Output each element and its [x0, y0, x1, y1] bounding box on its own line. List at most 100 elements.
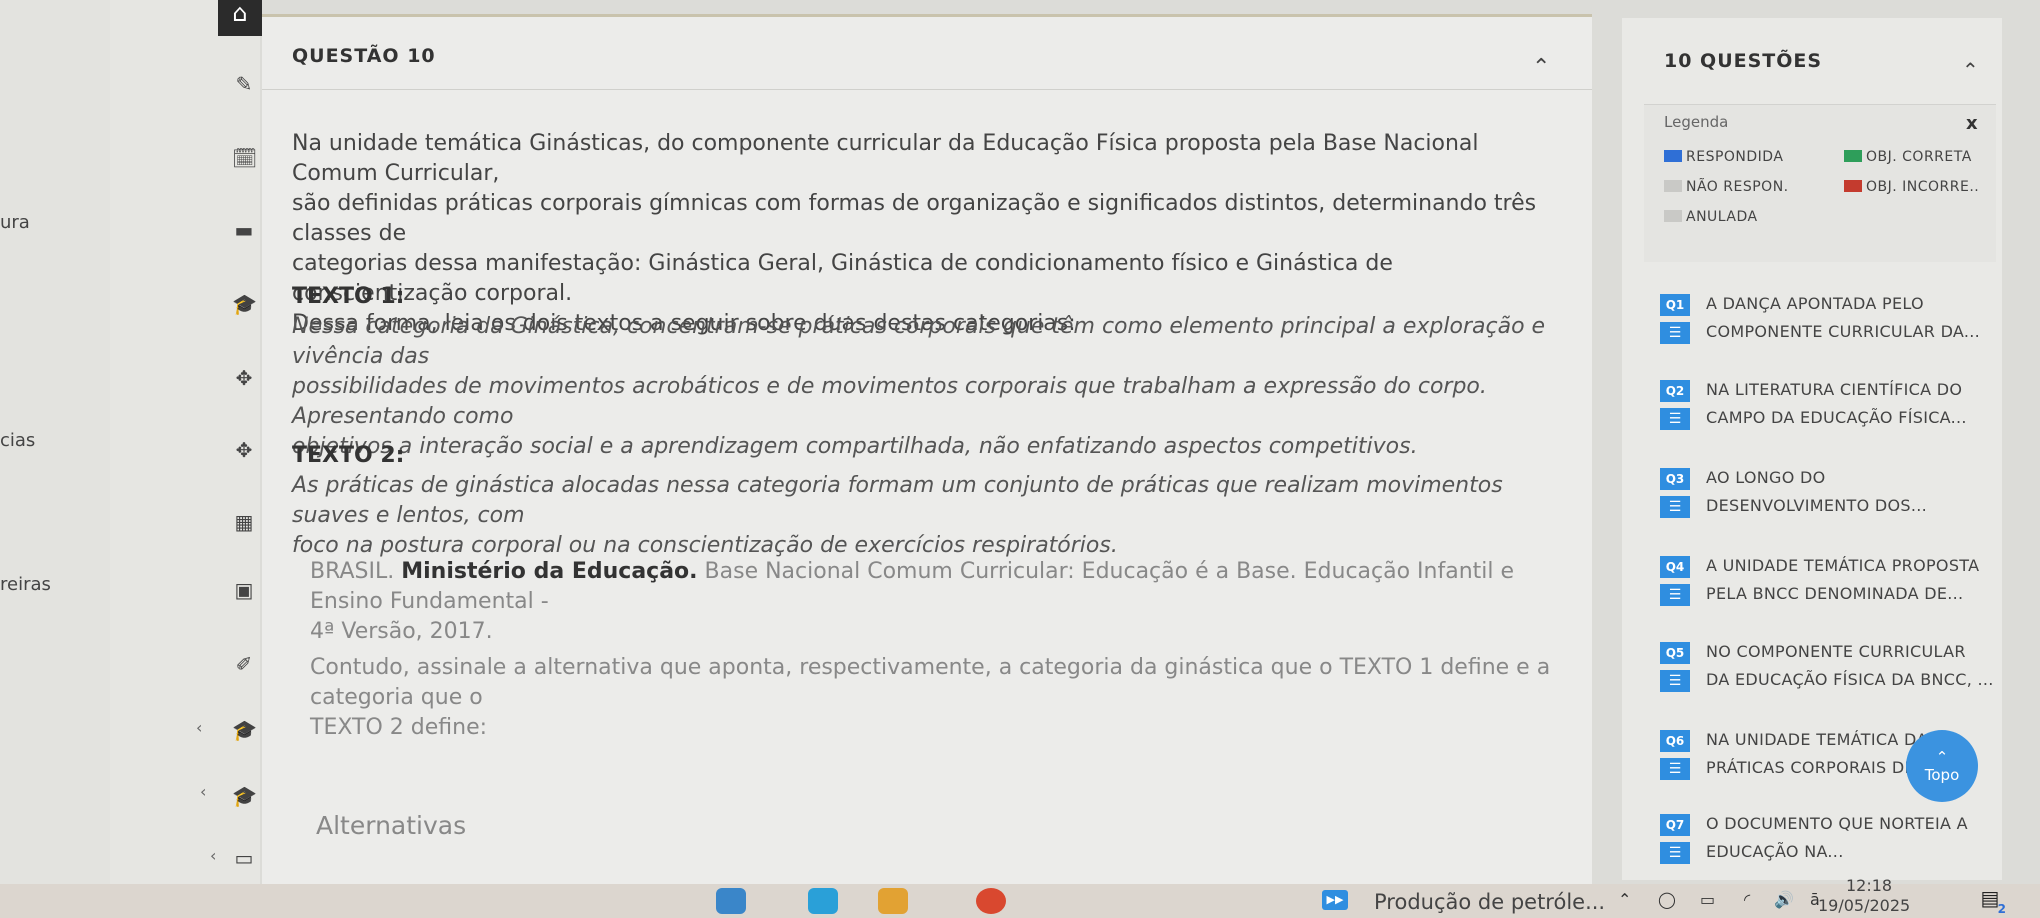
swatch [1664, 210, 1682, 222]
close-icon[interactable]: x [1966, 113, 1978, 134]
list-icon: ☰ [1660, 322, 1690, 344]
legend-label: OBJ. INCORRE.. [1866, 179, 1980, 195]
back-to-top-button[interactable]: ⌃ Topo [1906, 730, 1978, 802]
briefcase-icon[interactable]: ▣ [232, 578, 256, 602]
back-to-top-label: Topo [1924, 766, 1960, 784]
app-icon[interactable] [878, 888, 908, 914]
prompt-line: Contudo, assinale a alternativa que apon… [310, 655, 1551, 710]
text1-label: TEXTO 1: [292, 284, 405, 309]
question-badge: Q1 [1660, 294, 1690, 316]
legend-item-nao-respon: NÃO RESPON. [1664, 179, 1789, 195]
chat-icon[interactable]: ▬ [232, 218, 256, 242]
home-icon[interactable]: ⌂ [218, 0, 262, 36]
legend-item-anulada: ANULADA [1664, 209, 1758, 225]
question-summary-line: COMPONENTE CURRICULAR DA... [1706, 322, 1981, 341]
list-icon: ☰ [1660, 842, 1690, 864]
swatch [1844, 180, 1862, 192]
list-icon: ☰ [1660, 496, 1690, 518]
nav-label-1[interactable]: ura [0, 212, 30, 233]
swatch [1664, 150, 1682, 162]
chevron-left-icon[interactable]: ‹ [196, 718, 202, 737]
text2-block: TEXTO 2: As práticas de ginástica alocad… [292, 441, 1552, 561]
text2-label: TEXTO 2: [292, 443, 405, 468]
nav-label-3[interactable]: reiras [0, 574, 51, 595]
panel-title: 10 QUESTÕES [1664, 50, 1823, 72]
chevron-up-icon[interactable]: ⌃ [1962, 58, 1979, 82]
question-nav-item-5[interactable]: Q5 ☰ NO COMPONENTE CURRICULAR DA EDUCAÇÃ… [1644, 642, 2002, 712]
question-summary-line: O DOCUMENTO QUE NORTEIA A [1706, 814, 1968, 833]
taskbar: ▶▶ Produção de petróle... ⌃ ◯ ▭ ◜ 🔊 ā 12… [0, 876, 2040, 918]
legend-label: OBJ. CORRETA [1866, 149, 1972, 165]
monitor-icon[interactable]: ▭ [232, 846, 256, 870]
brush-icon[interactable]: ✐ [232, 652, 256, 676]
media-app-icon[interactable]: ▶▶ [1322, 890, 1348, 910]
reference-institution: Ministério da Educação. [401, 559, 698, 584]
question-card: QUESTÃO 10 ⌃ Na unidade temática Ginásti… [262, 14, 1592, 884]
calendar-icon[interactable]: ▦ [232, 510, 256, 534]
question-badge: Q2 [1660, 380, 1690, 402]
question-nav-item-3[interactable]: Q3 ☰ AO LONGO DO DESENVOLVIMENTO DOS... [1644, 468, 2002, 538]
chevron-up-icon[interactable]: ⌃ [1618, 890, 1631, 909]
legend-label: NÃO RESPON. [1686, 179, 1789, 195]
question-nav-item-7[interactable]: Q7 ☰ O DOCUMENTO QUE NORTEIA A EDUCAÇÃO … [1644, 814, 2002, 884]
calendar-check-icon[interactable]: 🗓 [232, 146, 257, 170]
question-nav-item-2[interactable]: Q2 ☰ NA LITERATURA CIENTÍFICA DO CAMPO D… [1644, 380, 2002, 450]
legend-item-obj-incorreta: OBJ. INCORRE.. [1844, 179, 1979, 195]
wifi-icon[interactable]: ◜ [1744, 890, 1750, 909]
text1-block: TEXTO 1: Nessa categoria da Ginástica, c… [292, 282, 1552, 462]
text1-line: possibilidades de movimentos acrobáticos… [292, 374, 1487, 429]
app-icon[interactable] [716, 888, 746, 914]
clock-date[interactable]: 19/05/2025 [1818, 896, 1910, 915]
list-icon: ☰ [1660, 408, 1690, 430]
browser-icon[interactable] [976, 888, 1006, 914]
question-nav-item-1[interactable]: Q1 ☰ A DANÇA APONTADA PELO COMPONENTE CU… [1644, 294, 2002, 364]
chevron-left-icon[interactable]: ‹ [200, 782, 206, 801]
question-nav-item-4[interactable]: Q4 ☰ A UNIDADE TEMÁTICA PROPOSTA PELA BN… [1644, 556, 2002, 626]
divider [262, 89, 1592, 90]
reference-block: BRASIL. Ministério da Educação. Base Nac… [310, 557, 1570, 647]
question-summary-line: PRÁTICAS CORPORAIS DE... [1706, 758, 1932, 777]
graduation-cap-icon[interactable]: 🎓 [232, 784, 257, 808]
question-badge: Q7 [1660, 814, 1690, 836]
legend-item-obj-correta: OBJ. CORRETA [1844, 149, 1972, 165]
nav-label-2[interactable]: cias [0, 430, 35, 451]
clock-time[interactable]: 12:18 [1846, 876, 1892, 895]
chevron-left-icon[interactable]: ‹ [210, 846, 216, 865]
question-summary-line: DA EDUCAÇÃO FÍSICA DA BNCC, ... [1706, 670, 1994, 689]
notification-icon[interactable]: ▤ 2 [1976, 886, 2006, 916]
battery-icon[interactable]: ▭ [1700, 890, 1715, 909]
prompt-line: TEXTO 2 define: [310, 715, 488, 740]
cloud-icon[interactable]: ◯ [1658, 890, 1676, 909]
question-summary-line: PELA BNCC DENOMINADA DE... [1706, 584, 1964, 603]
pin-icon[interactable]: ✥ [232, 438, 256, 462]
legend-label: ANULADA [1686, 209, 1758, 225]
reference-line: BRASIL. Ministério da Educação. Base Nac… [310, 557, 1570, 617]
taskbar-window-title[interactable]: Produção de petróle... [1374, 890, 1605, 914]
question-summary-line: NA UNIDADE TEMÁTICA DAS [1706, 730, 1939, 749]
alternatives-label: Alternativas [316, 811, 467, 840]
question-badge: Q4 [1660, 556, 1690, 578]
swatch [1844, 150, 1862, 162]
intro-line: Na unidade temática Ginásticas, do compo… [292, 131, 1479, 186]
nav-label-strip: ura cias reiras [0, 0, 110, 918]
text1-line: Nessa categoria da Ginástica, concentram… [292, 314, 1546, 369]
intro-line: são definidas práticas corporais gímnica… [292, 191, 1537, 246]
icon-rail: ⌂ ✎ 🗓 ▬ 🎓 ✥ ✥ ▦ ▣ ✐ ‹ 🎓 ‹ 🎓 ‹ ▭ [110, 0, 262, 918]
app-icon[interactable] [808, 888, 838, 914]
reference-author: BRASIL. [310, 559, 395, 584]
pin-icon[interactable]: ✥ [232, 366, 256, 390]
text2-line: As práticas de ginástica alocadas nessa … [292, 473, 1503, 528]
graduation-cap-icon[interactable]: 🎓 [232, 718, 257, 742]
pencil-icon[interactable]: ✎ [232, 72, 256, 96]
chevron-up-icon[interactable]: ⌃ [1532, 55, 1550, 80]
question-summary-line: CAMPO DA EDUCAÇÃO FÍSICA... [1706, 408, 1967, 427]
question-badge: Q6 [1660, 730, 1690, 752]
graduation-cap-icon[interactable]: 🎓 [232, 292, 257, 316]
reference-edition: 4ª Versão, 2017. [310, 619, 493, 644]
speaker-icon[interactable]: 🔊 [1774, 890, 1794, 909]
question-summary-line: EDUCAÇÃO NA... [1706, 842, 1844, 861]
question-summary-line: DESENVOLVIMENTO DOS... [1706, 496, 1928, 515]
question-summary-line: A DANÇA APONTADA PELO [1706, 294, 1924, 313]
chevron-up-icon: ⌃ [1935, 748, 1949, 766]
legend-title: Legenda [1664, 113, 1729, 131]
